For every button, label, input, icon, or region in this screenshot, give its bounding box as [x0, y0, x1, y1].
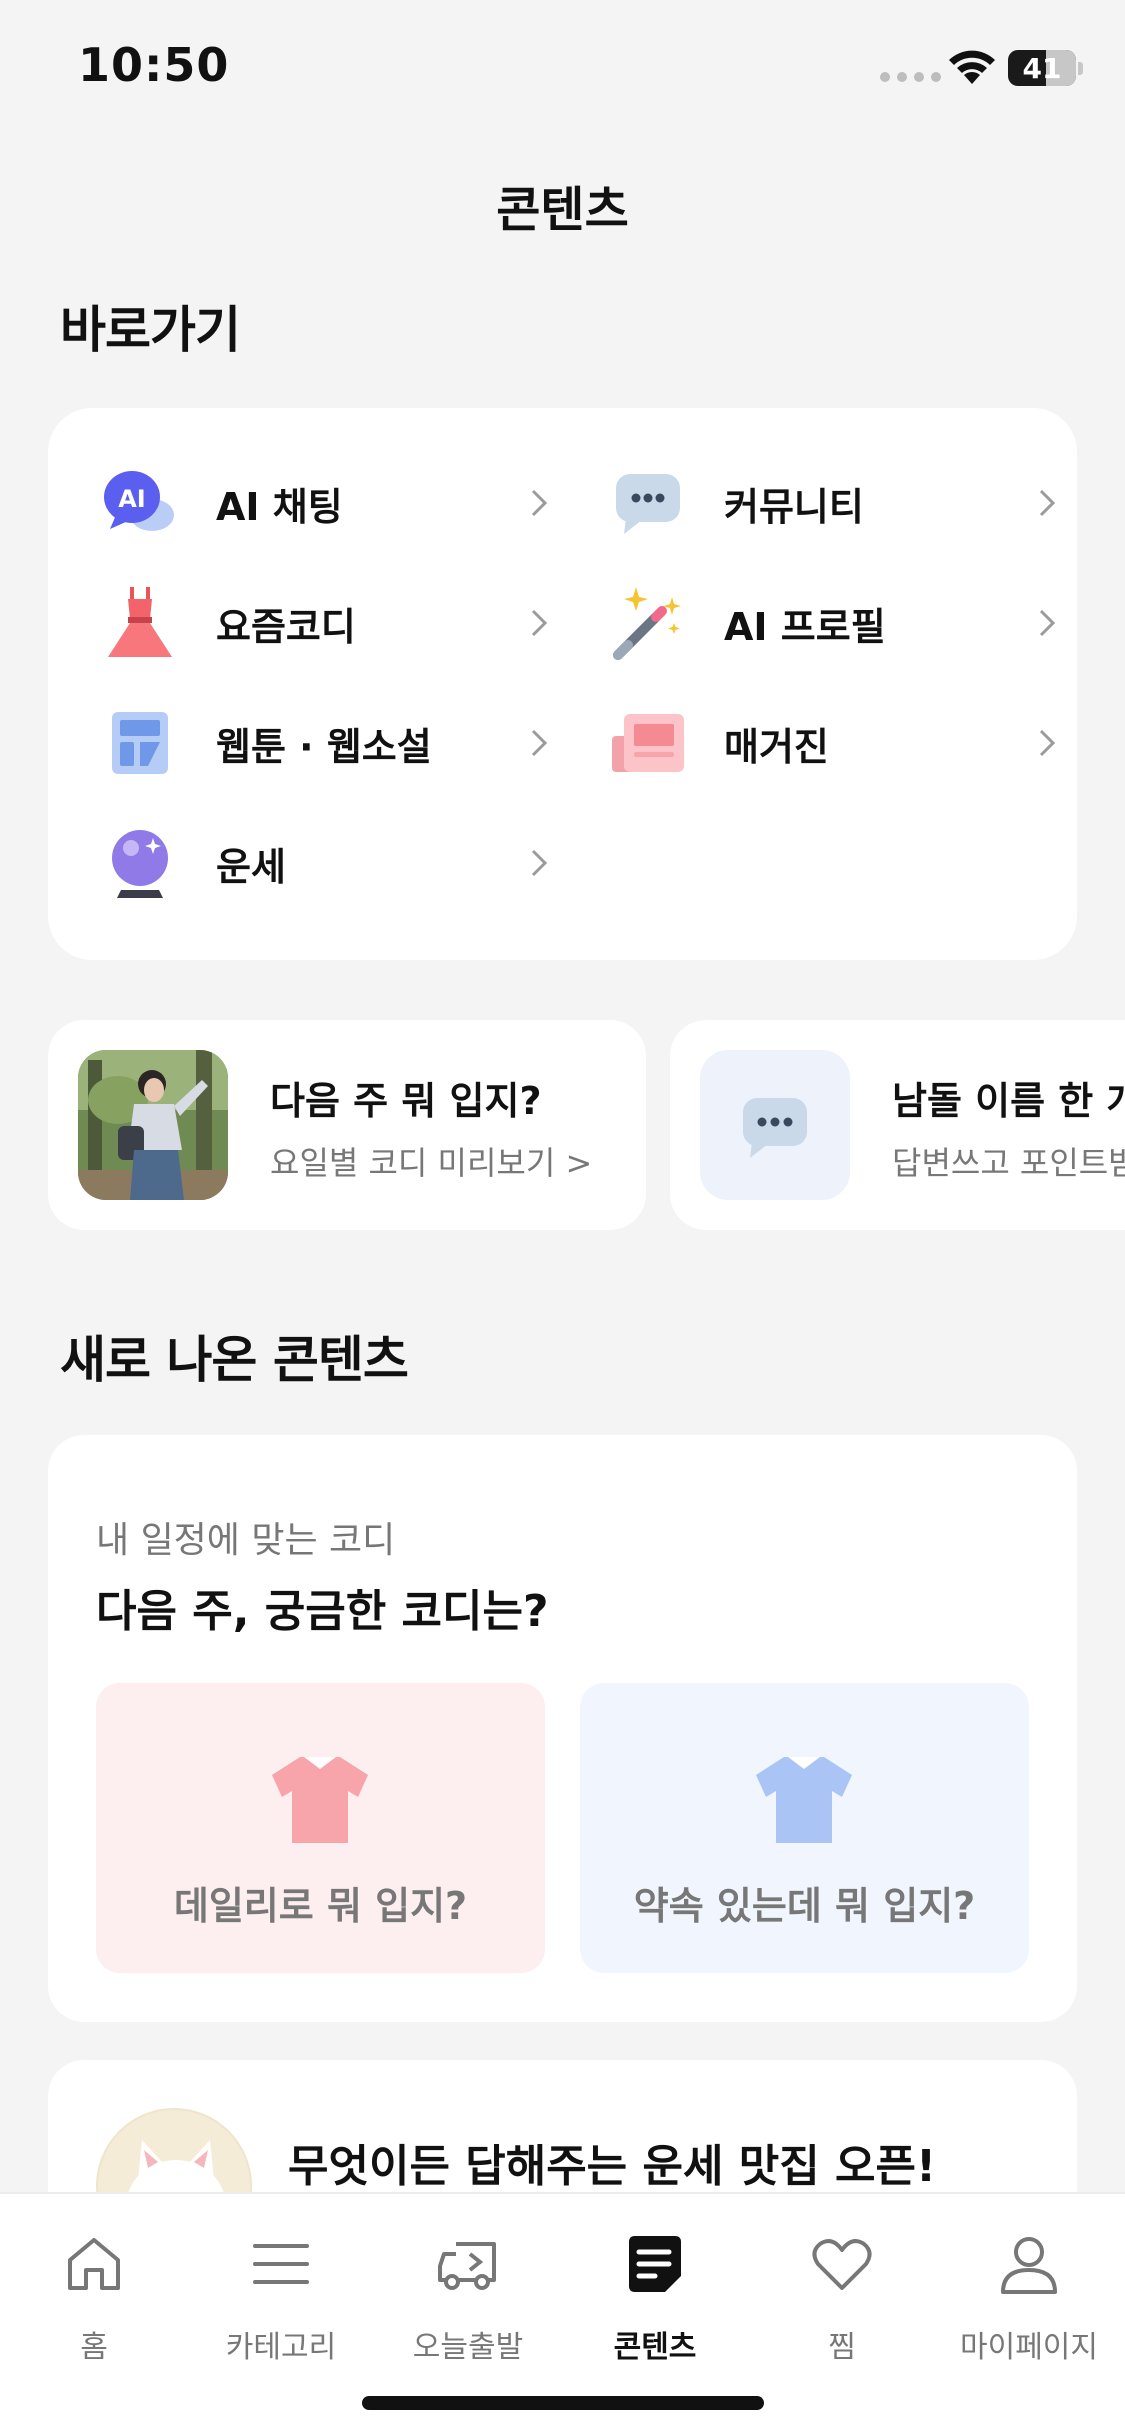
- shortcut-label: 매거진: [724, 724, 829, 769]
- shortcut-trend-codi[interactable]: 요즘코디: [100, 578, 560, 668]
- banner-community-question[interactable]: 남돌 이름 한 개 답변쓰고 포인트받: [670, 1020, 1125, 1230]
- option-label: 약속 있는데 뭐 입지?: [633, 1884, 976, 1928]
- menu-icon: [253, 2244, 309, 2284]
- tab-wishlist[interactable]: 찜: [748, 2212, 936, 2365]
- svg-text:AI: AI: [118, 485, 146, 513]
- chevron-right-icon: [531, 849, 548, 877]
- chevron-right-icon: [1039, 609, 1056, 637]
- signal-icon: [880, 72, 941, 82]
- shortcut-label: 웹툰 · 웹소설: [216, 724, 432, 769]
- status-time: 10:50: [78, 38, 230, 92]
- chevron-right-icon: [1039, 489, 1056, 517]
- new-contents-title: 새로 나온 콘텐츠: [60, 1331, 409, 1389]
- tab-label: 오늘출발: [412, 2330, 524, 2365]
- card-title: 다음 주, 궁금한 코디는?: [96, 1586, 549, 1637]
- shortcut-label: 운세: [216, 844, 286, 889]
- crystal-ball-icon: [100, 823, 180, 903]
- community-chat-icon: [608, 463, 688, 543]
- banner-title: 남돌 이름 한 개: [892, 1079, 1125, 1123]
- shortcut-label: AI 채팅: [216, 484, 343, 529]
- option-appointment-outfit[interactable]: 약속 있는데 뭐 입지?: [580, 1683, 1029, 1973]
- heart-icon: [812, 2239, 872, 2290]
- tab-label: 찜: [828, 2330, 856, 2365]
- page-title: 콘텐츠: [496, 182, 629, 238]
- battery-level: 41: [1022, 52, 1062, 85]
- shortcut-label: 커뮤니티: [724, 484, 864, 529]
- shortcut-magazine[interactable]: 매거진: [608, 698, 1068, 788]
- contents-icon: [629, 2236, 681, 2292]
- tab-category[interactable]: 카테고리: [187, 2212, 375, 2365]
- tab-home[interactable]: 홈: [0, 2212, 188, 2365]
- banner-subtitle: 요일별 코디 미리보기 >: [270, 1144, 593, 1182]
- chevron-right-icon: [531, 729, 548, 757]
- tab-label: 홈: [80, 2330, 108, 2365]
- tab-contents[interactable]: 콘텐츠: [561, 2212, 749, 2365]
- banner-subtitle: 답변쓰고 포인트받: [892, 1144, 1125, 1182]
- dress-icon: [100, 583, 180, 663]
- wifi-icon: [949, 50, 995, 84]
- truck-icon: [438, 2242, 496, 2290]
- shortcut-label: AI 프로필: [724, 604, 886, 649]
- outfit-photo: [78, 1050, 228, 1200]
- banner-title: 다음 주 뭐 입지?: [270, 1079, 542, 1123]
- outfit-schedule-card: 내 일정에 맞는 코디 다음 주, 궁금한 코디는? 데일리로 뭐 입지? 약속…: [48, 1435, 1077, 2022]
- tab-label: 카테고리: [225, 2330, 337, 2365]
- magic-wand-icon: [608, 583, 688, 663]
- shortcut-webtoon[interactable]: 웹툰 · 웹소설: [100, 698, 560, 788]
- tab-label: 마이페이지: [960, 2330, 1098, 2365]
- battery-icon: 41: [1008, 50, 1076, 86]
- shortcut-ai-profile[interactable]: AI 프로필: [608, 578, 1068, 668]
- person-icon: [1001, 2237, 1057, 2294]
- webtoon-icon: [100, 703, 180, 783]
- shortcut-card: AI AI 채팅 커뮤니티 요즘코디 AI 프로필 웹툰 · 웹소설 매거진 운…: [48, 408, 1077, 960]
- shortcut-community[interactable]: 커뮤니티: [608, 458, 1068, 548]
- option-label: 데일리로 뭐 입지?: [173, 1884, 468, 1928]
- tab-label: 콘텐츠: [613, 2330, 697, 2365]
- option-daily-outfit[interactable]: 데일리로 뭐 입지?: [96, 1683, 545, 1973]
- status-bar: 10:50 41: [0, 0, 1125, 130]
- chevron-right-icon: [531, 609, 548, 637]
- home-icon: [68, 2238, 120, 2290]
- ai-chat-bubble-icon: AI: [100, 463, 180, 543]
- shortcuts-title: 바로가기: [60, 301, 241, 359]
- community-chat-icon: [700, 1050, 850, 1200]
- shortcut-fortune[interactable]: 운세: [100, 818, 560, 908]
- home-indicator: [362, 2396, 764, 2410]
- chevron-right-icon: [531, 489, 548, 517]
- tab-mypage[interactable]: 마이페이지: [935, 2212, 1123, 2365]
- tab-today-shipping[interactable]: 오늘출발: [374, 2212, 562, 2365]
- chevron-right-icon: [1039, 729, 1056, 757]
- magazine-icon: [608, 703, 688, 783]
- tshirt-icon: [272, 1757, 368, 1843]
- shortcut-ai-chat[interactable]: AI AI 채팅: [100, 458, 560, 548]
- shortcut-label: 요즘코디: [216, 604, 356, 649]
- promo-title: 무엇이든 답해주는 운세 맛집 오픈!: [288, 2141, 937, 2192]
- banner-next-week-outfit[interactable]: 다음 주 뭐 입지? 요일별 코디 미리보기 >: [48, 1020, 646, 1230]
- card-eyebrow: 내 일정에 맞는 코디: [96, 1520, 396, 1561]
- tshirt-icon: [756, 1757, 852, 1843]
